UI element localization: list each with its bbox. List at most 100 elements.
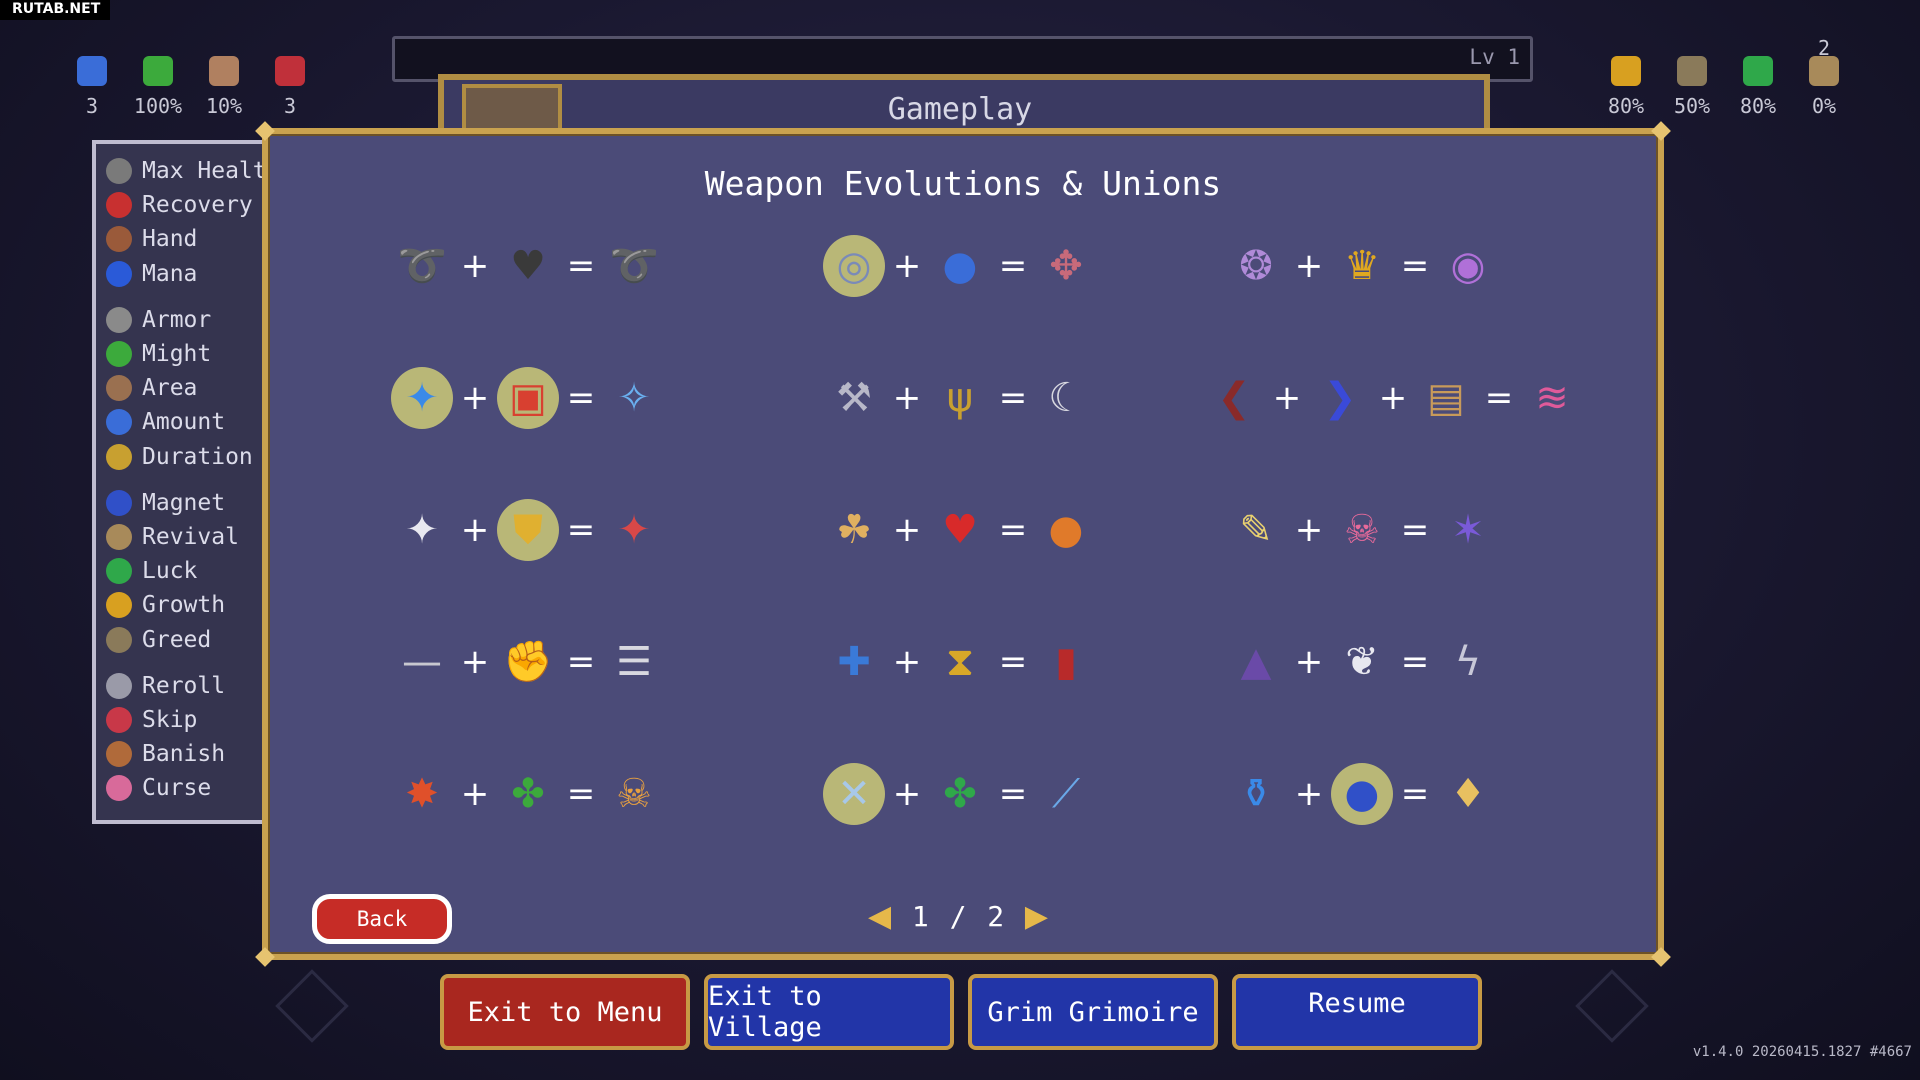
orbit-cross-icon[interactable]: ✥ xyxy=(1040,240,1092,292)
clover-icon xyxy=(1743,56,1773,86)
stats-sidebar: Max Healt Recovery Hand Mana Armor Might Area A… xyxy=(92,140,267,824)
back-button[interactable]: Back xyxy=(312,894,452,944)
stat-label: Revival xyxy=(142,524,239,550)
knife-icon[interactable]: — xyxy=(396,636,448,688)
black-wing-icon[interactable]: ❮ xyxy=(1208,372,1260,424)
next-page-arrow-icon[interactable]: ▶ xyxy=(1025,899,1048,934)
star-tome-icon[interactable]: ✶ xyxy=(1442,504,1494,556)
purple-orb-icon[interactable]: ❂ xyxy=(1230,240,1282,292)
stat-label: Recovery xyxy=(142,192,253,219)
orbit-ring-icon[interactable]: ◎ xyxy=(823,235,885,297)
stat-label: Greed xyxy=(142,626,212,653)
heart-recovery-icon xyxy=(106,192,132,219)
item-glyph: ✦ xyxy=(405,507,439,553)
cross-icon[interactable]: ✦ xyxy=(396,504,448,556)
item-glyph: ✕ xyxy=(837,771,871,817)
hand-icon xyxy=(106,226,132,253)
recipe: ⚱ + ● = ♦ xyxy=(1230,763,1494,825)
item-glyph: ✥ xyxy=(1049,243,1083,289)
unholy-vespers-icon[interactable]: ▮ xyxy=(1040,636,1092,688)
item-glyph: ● xyxy=(1344,771,1380,817)
plus-sign: + xyxy=(1378,378,1408,418)
equals-sign: = xyxy=(998,642,1028,682)
holy-wand-icon[interactable]: ✧ xyxy=(608,372,660,424)
book-stack-icon xyxy=(1809,56,1839,86)
item-glyph: ✶ xyxy=(1451,507,1485,553)
candles-icon[interactable]: ψ xyxy=(934,372,986,424)
item-glyph: ➰ xyxy=(397,243,447,289)
thousand-edge-icon[interactable]: ☰ xyxy=(608,636,660,688)
la-borra-icon[interactable]: ⟋ xyxy=(1040,768,1092,820)
death-spiral-icon[interactable]: ☾ xyxy=(1040,372,1092,424)
spinach-icon[interactable]: ✤ xyxy=(502,768,554,820)
wand-tip-icon[interactable]: ▲ xyxy=(1230,636,1282,688)
grim-grimoire-button[interactable]: Grim Grimoire xyxy=(968,974,1218,1050)
pager: ◀ 1 / 2 ▶ xyxy=(868,896,1048,936)
stat-row-curse: Curse xyxy=(106,773,211,803)
hellfire-icon[interactable]: ☠ xyxy=(608,768,660,820)
recipe: ⚒ + ψ = ☾ xyxy=(828,368,1092,428)
resume-button[interactable]: Resume xyxy=(1232,974,1482,1050)
item-glyph: ✦ xyxy=(405,375,439,421)
item-glyph: ✦ xyxy=(617,507,651,553)
curse-icon[interactable]: ☠ xyxy=(1336,504,1388,556)
pink-wing-icon[interactable]: ≋ xyxy=(1526,372,1578,424)
item-glyph: ● xyxy=(942,243,978,289)
santa-water-icon[interactable]: ✕ xyxy=(823,763,885,825)
heart-recovery-icon[interactable]: ♥ xyxy=(934,504,986,556)
potion-icon[interactable]: ⚱ xyxy=(1230,768,1282,820)
whip-icon[interactable]: ➰ xyxy=(396,240,448,292)
exit-to-menu-button[interactable]: Exit to Menu xyxy=(440,974,690,1050)
stat-row-luck: Luck xyxy=(106,556,197,586)
garlic-icon[interactable]: ☘ xyxy=(828,504,880,556)
heart-icon[interactable]: ♥ xyxy=(502,240,554,292)
tome-icon[interactable]: ▣ xyxy=(497,367,559,429)
book-stack-icon[interactable]: ▤ xyxy=(1420,372,1472,424)
soul-eater-icon[interactable]: ● xyxy=(1040,504,1092,556)
stat-label: Duration xyxy=(142,443,253,470)
equals-sign: = xyxy=(566,510,596,550)
flask-icon[interactable]: ♦ xyxy=(1442,768,1494,820)
bloody-whip-icon[interactable]: ➰ xyxy=(608,240,660,292)
plus-sign: + xyxy=(460,642,490,682)
plus-sign: + xyxy=(892,510,922,550)
plus-sign: + xyxy=(1294,642,1324,682)
recipe: — + ✊ = ☰ xyxy=(396,632,660,692)
hand-icon[interactable]: ✊ xyxy=(502,636,554,688)
item-glyph: ⟋ xyxy=(1052,771,1080,817)
axe-icon[interactable]: ⚒ xyxy=(828,372,880,424)
stat-label: Banish xyxy=(142,741,226,768)
weapon-evolutions-panel: Weapon Evolutions & Unions ➰ + ♥ = ➰ ◎ + ● = ✥ ❂ + ♛… xyxy=(255,121,1671,967)
lightning-ring-icon[interactable]: ϟ xyxy=(1442,636,1494,688)
version-label: v1.4.0 20260415.1827 #4667 xyxy=(1692,1044,1912,1060)
stat-row-might: Might xyxy=(106,339,211,369)
item-glyph: — xyxy=(402,639,442,685)
item-glyph: ≋ xyxy=(1535,375,1569,421)
stat-label: Hand xyxy=(142,226,198,253)
skip-icon xyxy=(106,707,132,733)
king-bible-icon[interactable]: ✚ xyxy=(828,636,880,688)
scroll-icon[interactable]: ✎ xyxy=(1230,504,1282,556)
magic-wand-icon[interactable]: ✦ xyxy=(391,367,453,429)
stat-label: Might xyxy=(142,341,212,367)
item-glyph: ❦ xyxy=(1345,639,1379,685)
clover-icon[interactable]: ✤ xyxy=(934,768,986,820)
wing-icon[interactable]: ❦ xyxy=(1336,636,1388,688)
magnet-icon[interactable]: ● xyxy=(1331,763,1393,825)
exit-to-village-button[interactable]: Exit to Village xyxy=(704,974,954,1050)
resume-label: Resume xyxy=(1308,988,1406,1019)
amount-icon[interactable]: ● xyxy=(934,240,986,292)
heaven-sword-icon[interactable]: ✦ xyxy=(608,504,660,556)
item-glyph: ✚ xyxy=(837,639,871,685)
mana-icon xyxy=(106,260,132,287)
stat-label: Skip xyxy=(142,707,198,733)
blue-wing-icon[interactable]: ❯ xyxy=(1314,372,1366,424)
prev-page-arrow-icon[interactable]: ◀ xyxy=(868,899,891,934)
hourglass-icon[interactable]: ⧗ xyxy=(934,636,986,688)
stat-label: Luck xyxy=(142,558,198,585)
spiral-icon[interactable]: ◉ xyxy=(1442,240,1494,292)
recipe: ❂ + ♛ = ◉ xyxy=(1230,236,1494,296)
crown-icon[interactable]: ♛ xyxy=(1336,240,1388,292)
fire-wand-icon[interactable]: ✸ xyxy=(396,768,448,820)
armor-icon[interactable]: ⛊ xyxy=(497,499,559,561)
